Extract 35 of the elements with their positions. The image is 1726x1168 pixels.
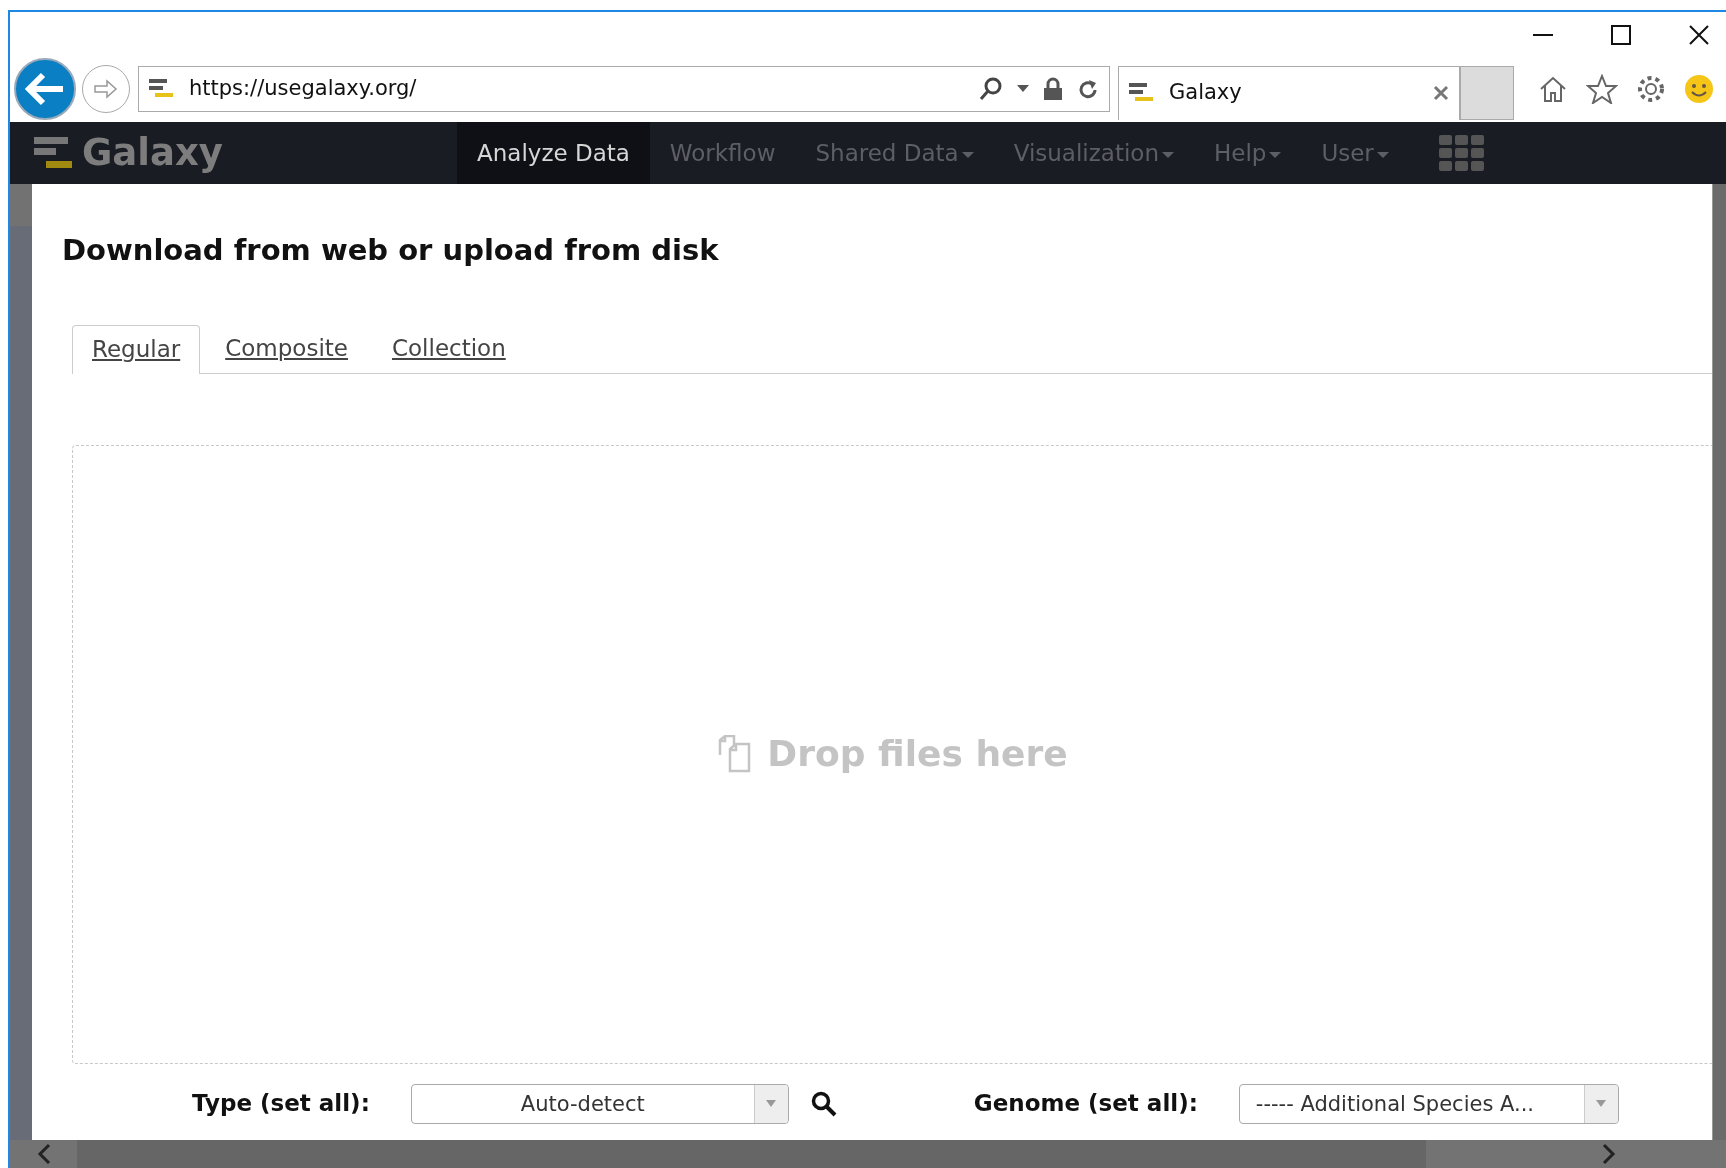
close-icon[interactable] — [1688, 23, 1710, 46]
back-arrow-icon — [25, 71, 65, 106]
genome-select[interactable]: ----- Additional Species A... — [1238, 1083, 1619, 1124]
caret-icon — [766, 1100, 777, 1107]
settings-icon[interactable] — [1636, 73, 1666, 104]
vertical-scrollbar[interactable] — [1712, 184, 1726, 1140]
caret-icon — [1596, 1100, 1607, 1107]
scroll-right-icon[interactable] — [1602, 1143, 1616, 1165]
tab-title: Galaxy — [1169, 79, 1242, 107]
tab[interactable]: Composite — [206, 323, 367, 373]
browser-tab[interactable]: Galaxy — [1118, 65, 1460, 120]
lock-icon — [1043, 76, 1063, 101]
maximize-icon[interactable] — [1610, 23, 1632, 46]
horizontal-scrollbar[interactable] — [10, 1140, 1726, 1168]
search-icon[interactable] — [979, 75, 1003, 102]
brand-name[interactable]: Galaxy — [82, 125, 223, 181]
type-value: Auto-detect — [519, 1090, 646, 1118]
dropdown-caret-icon[interactable] — [1017, 84, 1029, 93]
forward-arrow-icon — [93, 77, 119, 100]
smiley-icon[interactable] — [1684, 73, 1714, 104]
star-icon[interactable] — [1586, 73, 1618, 104]
close-tab-icon[interactable] — [1433, 85, 1449, 101]
nav-item[interactable]: Analyze Data — [457, 122, 650, 184]
address-bar[interactable]: https://usegalaxy.org/ — [138, 65, 1110, 112]
dialog-title: Download from web or upload from disk — [62, 232, 720, 269]
type-label: Type (set all): — [192, 1089, 370, 1119]
tab[interactable]: Regular — [72, 324, 201, 374]
search-icon[interactable] — [810, 1090, 837, 1117]
scroll-left-icon[interactable] — [36, 1143, 51, 1165]
genome-label: Genome (set all): — [973, 1089, 1198, 1119]
url-text: https://usegalaxy.org/ — [189, 74, 417, 102]
type-select[interactable]: Auto-detect — [410, 1083, 789, 1124]
genome-value: ----- Additional Species A... — [1254, 1090, 1536, 1118]
tab[interactable]: Collection — [372, 323, 525, 373]
drop-hint: Drop files here — [767, 732, 1068, 776]
